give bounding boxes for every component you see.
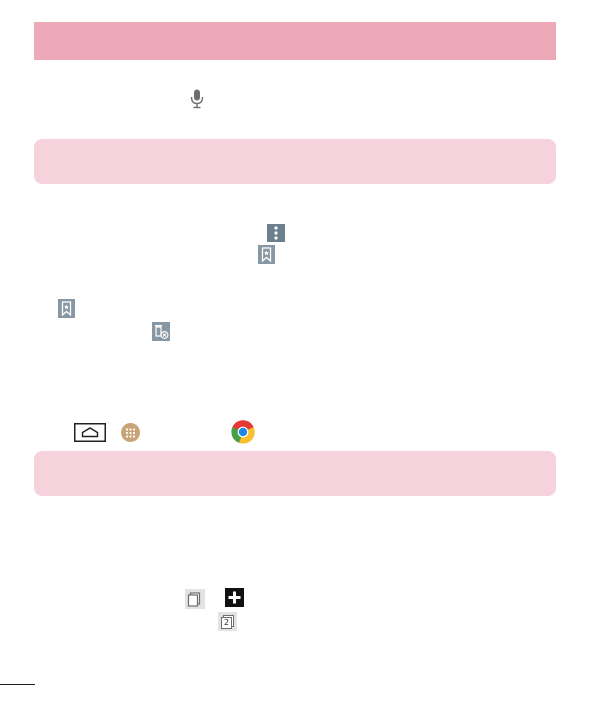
apps-icon [121,423,140,442]
bookmark-icon [58,299,75,318]
new-tab-plus-icon [225,588,244,607]
delete-bookmark-icon [152,322,170,341]
tabs-icon [185,589,205,609]
note-box [34,139,556,184]
chrome-icon [231,420,255,444]
menu-overflow-icon [267,224,285,242]
home-key-icon [74,423,106,442]
footer-rule [0,684,35,685]
bookmark-icon [258,245,275,264]
tabs-count-icon: 2 [218,612,237,631]
tab-count-label: 2 [221,617,232,629]
section-header-bar [34,22,556,60]
note-box [34,451,556,496]
microphone-icon [190,89,204,109]
